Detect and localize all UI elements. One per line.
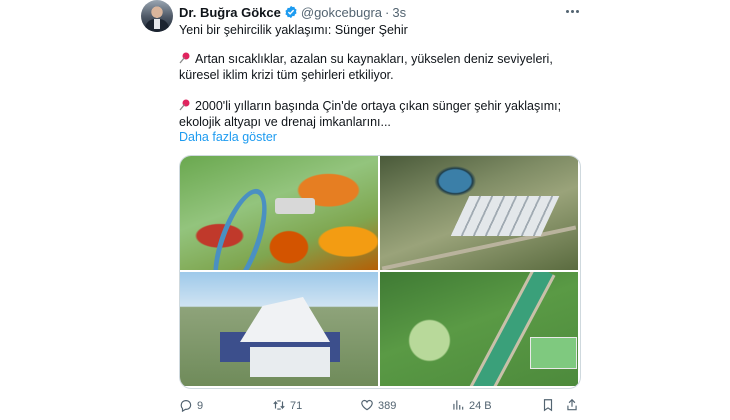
- share-button[interactable]: [565, 398, 579, 414]
- media-image-green-canal[interactable]: [380, 272, 578, 386]
- action-bar: 9 71 389 24 B: [179, 398, 579, 414]
- media-image-park[interactable]: [180, 156, 378, 270]
- plant-tanks: [450, 196, 560, 236]
- tweet-timestamp[interactable]: 3s: [392, 5, 406, 20]
- avatar-shirt: [154, 19, 160, 29]
- more-options-icon[interactable]: [562, 3, 582, 19]
- pin-icon: [179, 52, 191, 64]
- header-separator: ·: [385, 4, 390, 20]
- pin-icon: [179, 99, 191, 111]
- bookmark-icon: [541, 398, 555, 415]
- sports-field: [530, 337, 577, 369]
- verified-badge-icon: [284, 5, 298, 19]
- tweet-paragraph-3-text: 2000'li yılların başında Çin'de ortaya ç…: [179, 99, 562, 129]
- repost-count: 71: [290, 400, 303, 412]
- tweet-paragraph-3: 2000'li yılların başında Çin'de ortaya ç…: [179, 98, 589, 130]
- repost-icon: [272, 398, 286, 415]
- avatar[interactable]: [141, 0, 173, 32]
- author-handle[interactable]: @gokcebugra: [301, 5, 382, 20]
- media-image-treatment-plant[interactable]: [380, 156, 578, 270]
- facility-dome: [240, 297, 330, 342]
- tweet-paragraph-2: Artan sıcaklıklar, azalan su kaynakları,…: [179, 51, 589, 83]
- like-button[interactable]: 389: [360, 398, 396, 414]
- media-image-facility[interactable]: [180, 272, 378, 386]
- show-more-link[interactable]: Daha fazla göster: [179, 130, 277, 144]
- views-button[interactable]: 24 B: [451, 398, 492, 414]
- reply-icon: [179, 398, 193, 415]
- share-icon: [565, 398, 579, 415]
- like-count: 389: [378, 400, 397, 412]
- park-building: [275, 198, 315, 214]
- reply-button[interactable]: 9: [179, 398, 203, 414]
- repost-button[interactable]: 71: [272, 398, 302, 414]
- park-path: [202, 182, 278, 270]
- views-icon: [451, 398, 465, 415]
- reply-count: 9: [197, 400, 204, 412]
- tweet-header: Dr. Buğra Gökce @gokcebugra · 3s: [179, 3, 406, 21]
- media-grid: [179, 155, 581, 389]
- tweet-paragraph-1: Yeni bir şehircilik yaklaşımı: Sünger Şe…: [179, 23, 408, 37]
- tweet-paragraph-2-text: Artan sıcaklıklar, azalan su kaynakları,…: [179, 52, 553, 82]
- bookmark-button[interactable]: [541, 398, 555, 414]
- views-count: 24 B: [469, 400, 492, 412]
- facility-annex: [250, 347, 330, 377]
- like-icon: [360, 398, 374, 415]
- tweet: Dr. Buğra Gökce @gokcebugra · 3s Yeni bi…: [0, 0, 730, 420]
- author-name[interactable]: Dr. Buğra Gökce: [179, 5, 281, 20]
